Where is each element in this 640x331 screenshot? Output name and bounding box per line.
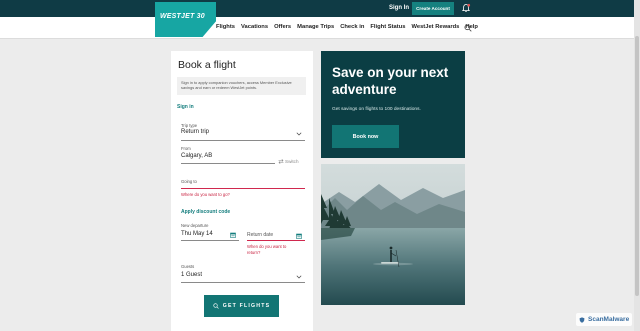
trip-type-label: Trip type — [181, 123, 198, 128]
promo-card: Save on your next adventure Get savings … — [321, 51, 465, 158]
switch-icon[interactable] — [278, 159, 284, 164]
nav-check-in[interactable]: Check in — [340, 24, 364, 30]
scanmalware-watermark: ScanMalware — [576, 313, 632, 326]
calendar-icon[interactable] — [296, 233, 302, 239]
departure-underline — [181, 240, 239, 241]
get-flights-button[interactable]: GET FLIGHTS — [204, 295, 279, 317]
nav-flight-status[interactable]: Flight Status — [370, 24, 405, 30]
create-account-button[interactable]: Create Account — [412, 2, 454, 15]
logo-text: WESTJET 30 — [160, 13, 205, 20]
search-icon[interactable] — [464, 24, 472, 32]
book-flight-title: Book a flight — [178, 59, 236, 71]
nav-manage-trips[interactable]: Manage Trips — [297, 24, 334, 30]
switch-button[interactable]: Switch — [285, 159, 299, 164]
departure-label: New departure — [181, 223, 209, 228]
nav-vacations[interactable]: Vacations — [241, 24, 268, 30]
calendar-icon[interactable] — [230, 232, 236, 238]
lake-scene-image — [321, 164, 465, 305]
book-flight-card: Book a flight Sign in to apply companion… — [171, 51, 313, 331]
trip-type-select[interactable]: Return trip — [181, 129, 209, 135]
chevron-down-icon[interactable] — [296, 132, 302, 136]
bell-icon[interactable] — [461, 3, 471, 13]
get-flights-label: GET FLIGHTS — [222, 303, 271, 309]
from-input[interactable]: Calgary, AB — [181, 153, 212, 159]
from-underline — [181, 163, 275, 164]
book-now-button[interactable]: Book now — [332, 125, 399, 148]
going-to-input[interactable]: Going to — [181, 179, 197, 184]
going-to-error: Where do you want to go? — [181, 192, 230, 197]
from-label: From — [181, 146, 191, 151]
watermark-text: ScanMalware — [588, 316, 630, 323]
sign-in-info: Sign in to apply companion vouchers, acc… — [177, 77, 306, 95]
nav-flights[interactable]: Flights — [216, 24, 235, 30]
sign-in-link[interactable]: Sign In — [389, 5, 409, 11]
apply-discount-link[interactable]: Apply discount code — [181, 209, 230, 215]
guests-select[interactable]: 1 Guest — [181, 272, 202, 278]
chevron-down-icon[interactable] — [296, 275, 302, 279]
return-error: When do you want to return? — [247, 244, 287, 255]
top-bar: Sign In Create Account — [0, 0, 640, 17]
nav-menu: Flights Vacations Offers Manage Trips Ch… — [216, 24, 478, 30]
nav-westjet-rewards[interactable]: WestJet Rewards — [411, 24, 459, 30]
return-underline — [247, 240, 305, 241]
westjet-logo[interactable]: WESTJET 30 — [155, 2, 216, 37]
trip-type-underline — [181, 140, 305, 141]
going-to-underline — [181, 188, 305, 189]
promo-title: Save on your next adventure — [332, 65, 449, 97]
nav-offers[interactable]: Offers — [274, 24, 291, 30]
search-icon — [213, 303, 219, 309]
guests-label: Guests — [181, 264, 195, 269]
shield-icon — [579, 316, 585, 323]
promo-subtitle: Get savings on flights to 100 destinatio… — [332, 107, 421, 112]
paddleboard-lake-photo — [321, 164, 465, 305]
scrollbar-thumb[interactable] — [635, 36, 639, 296]
return-date-input[interactable]: Return date — [247, 232, 273, 238]
departure-date-input[interactable]: Thu May 14 — [181, 231, 213, 237]
guests-underline — [181, 282, 305, 283]
card-sign-in-link[interactable]: Sign in — [177, 104, 194, 110]
